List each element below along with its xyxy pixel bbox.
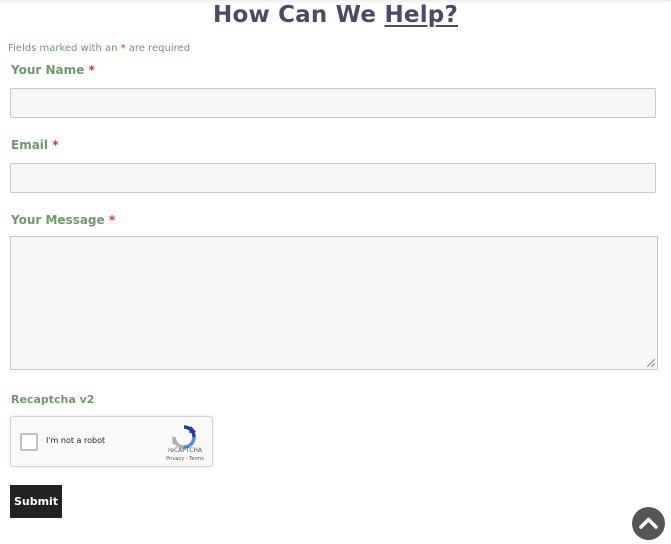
name-label: Your Name * <box>11 63 95 77</box>
name-input[interactable] <box>10 88 656 118</box>
page-title-text: How Can We <box>213 2 385 28</box>
submit-button[interactable]: Submit <box>10 485 62 518</box>
email-label-text: Email <box>11 138 49 152</box>
message-required-star: * <box>108 213 116 227</box>
message-label: Your Message * <box>11 213 115 227</box>
name-label-text: Your Name <box>11 63 85 77</box>
recaptcha-checkbox-label: I'm not a robot <box>46 436 106 445</box>
email-label: Email * <box>11 138 59 152</box>
page-title: How Can We Help? <box>0 0 671 32</box>
required-note-suffix: are required <box>125 43 191 54</box>
chevron-up-icon <box>639 517 658 529</box>
name-required-star: * <box>88 63 95 77</box>
recaptcha-terms-link[interactable]: Privacy - Terms <box>159 456 211 462</box>
recaptcha-label: Recaptcha v2 <box>11 393 95 406</box>
email-required-star: * <box>52 138 59 152</box>
recaptcha-brand: reCAPTCHA <box>167 447 203 454</box>
required-note-prefix: Fields marked with an <box>8 43 121 54</box>
resize-grip-icon[interactable] <box>647 359 655 367</box>
message-textarea[interactable] <box>10 236 658 370</box>
required-note: Fields marked with an * are required <box>8 43 190 54</box>
recaptcha-widget: I'm not a robot reCAPTCHA Privacy - Term… <box>10 416 213 467</box>
recaptcha-checkbox[interactable] <box>20 433 38 451</box>
scroll-to-top-button[interactable] <box>632 507 665 540</box>
message-label-text: Your Message <box>11 213 105 227</box>
help-link[interactable]: Help? <box>384 2 458 28</box>
email-input[interactable] <box>10 163 656 193</box>
